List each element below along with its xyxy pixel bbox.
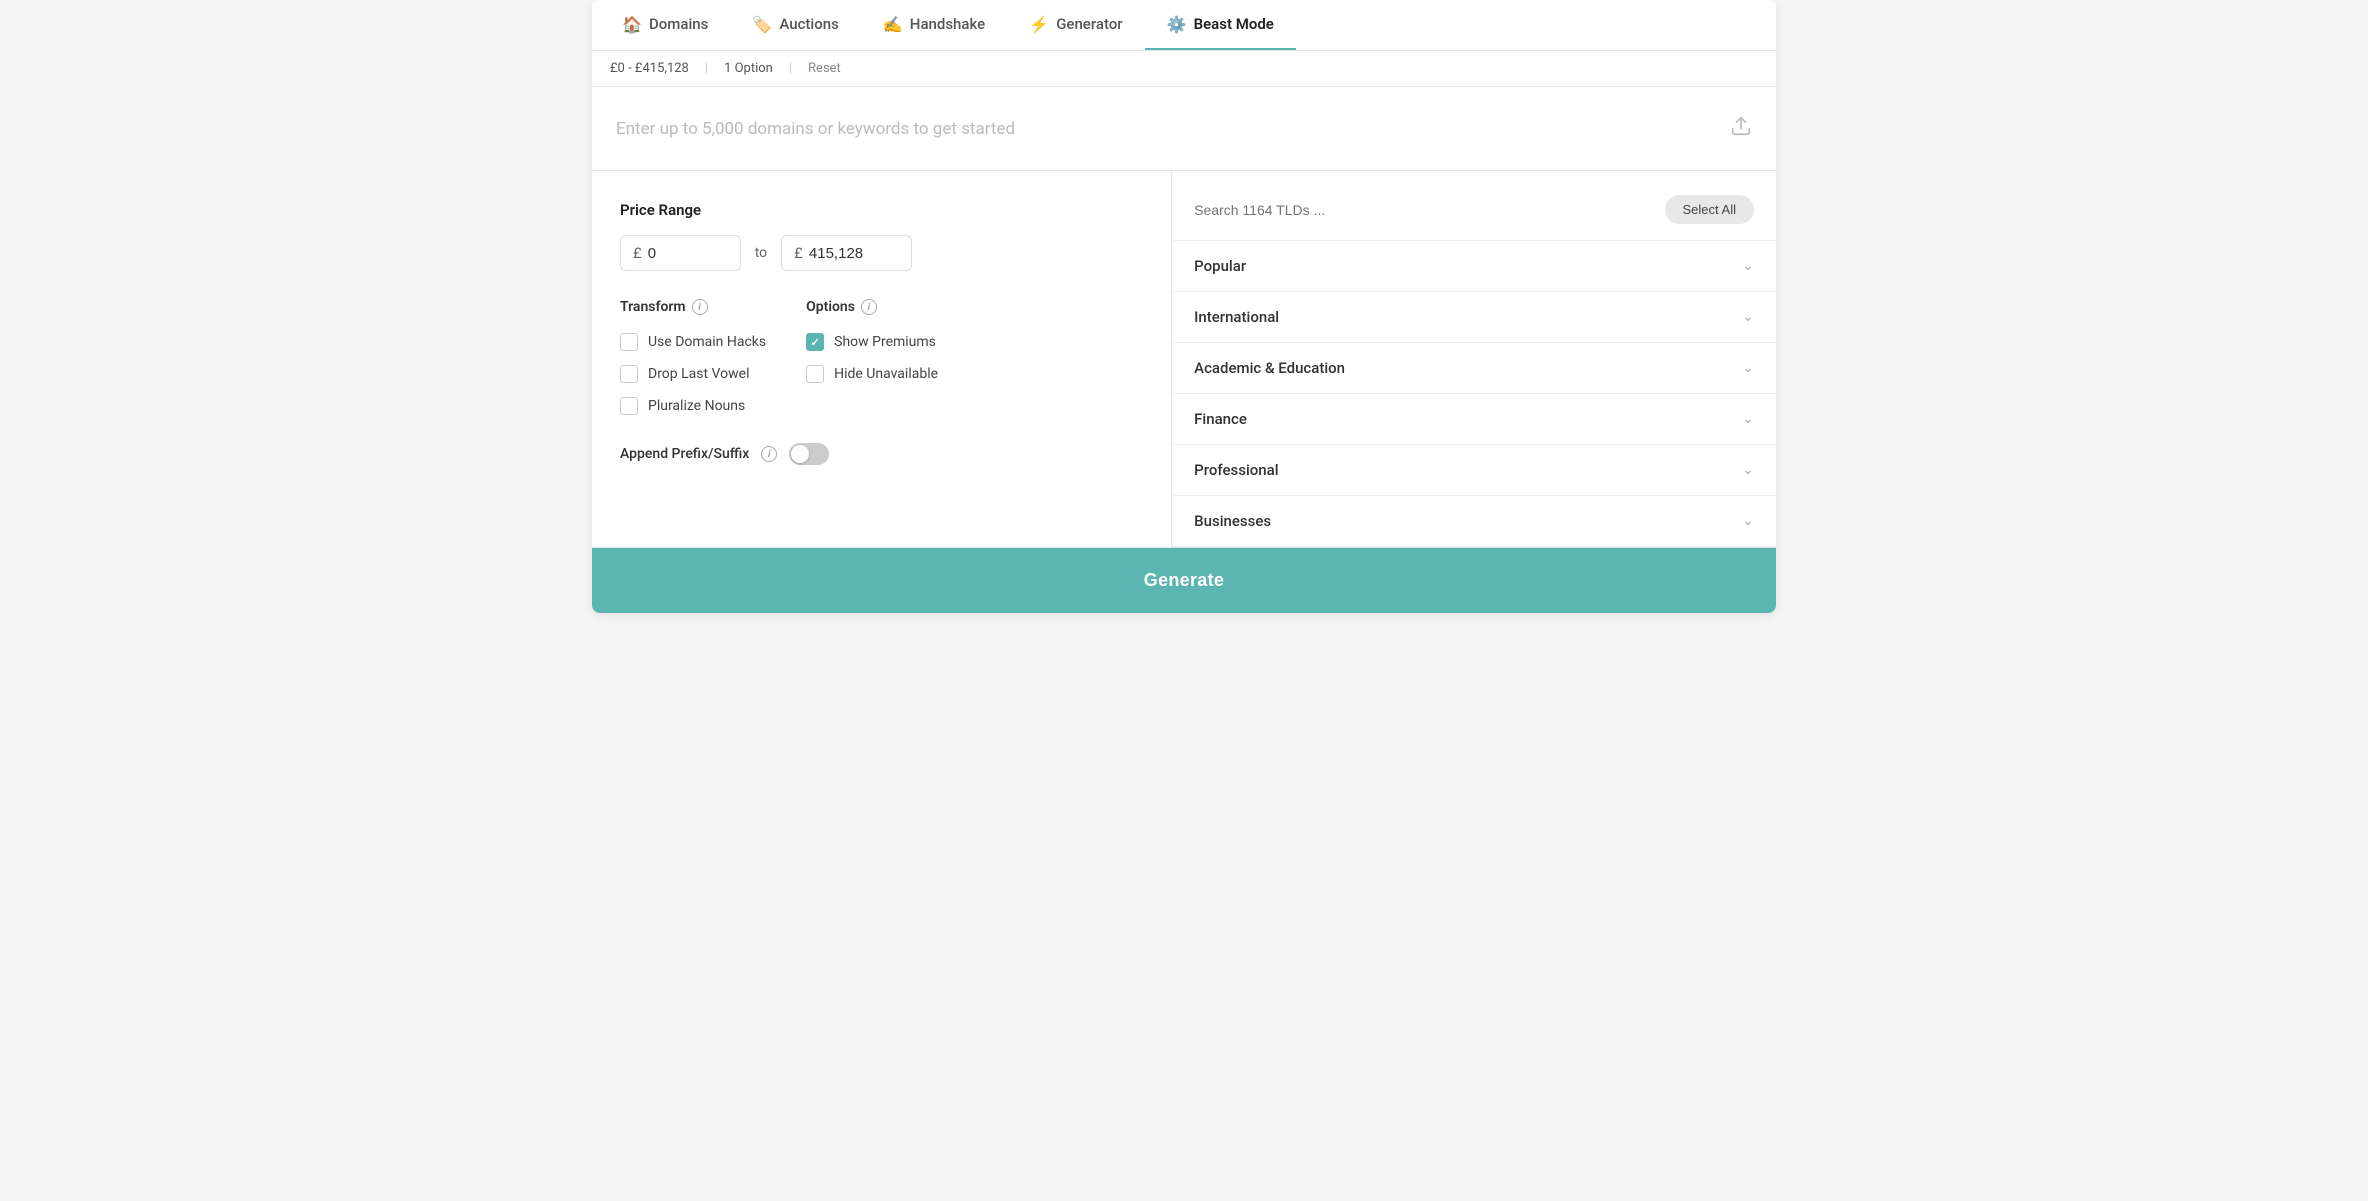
checkbox-label-hide-unavailable: Hide Unavailable (834, 366, 938, 382)
checkbox-drop-last-vowel[interactable]: Drop Last Vowel (620, 365, 766, 383)
chevron-finance-icon: ⌄ (1742, 411, 1754, 427)
checkbox-box-hide-unavailable (806, 365, 824, 383)
tld-search-input[interactable] (1194, 202, 1652, 218)
transform-label: Transform (620, 299, 686, 315)
price-from-input[interactable] (648, 245, 728, 262)
price-from-currency: £ (633, 244, 642, 262)
select-all-button[interactable]: Select All (1665, 195, 1754, 224)
append-toggle[interactable] (789, 443, 829, 465)
category-popular[interactable]: Popular ⌄ (1172, 241, 1776, 292)
category-professional[interactable]: Professional ⌄ (1172, 445, 1776, 496)
domains-icon: 🏠 (622, 14, 642, 34)
checkbox-box-pluralize-nouns (620, 397, 638, 415)
checkbox-box-domain-hacks (620, 333, 638, 351)
checkbox-box-show-premiums (806, 333, 824, 351)
upload-icon[interactable] (1730, 115, 1752, 142)
generator-icon: ⚡ (1029, 14, 1049, 34)
checkbox-label-domain-hacks: Use Domain Hacks (648, 334, 766, 350)
options-info-icon[interactable]: i (861, 299, 877, 315)
category-international[interactable]: International ⌄ (1172, 292, 1776, 343)
tab-domains[interactable]: 🏠 Domains (600, 0, 730, 50)
tab-generator-label: Generator (1056, 15, 1122, 33)
category-finance[interactable]: Finance ⌄ (1172, 394, 1776, 445)
handshake-icon: ✍️ (883, 14, 903, 34)
checkbox-hide-unavailable[interactable]: Hide Unavailable (806, 365, 938, 383)
tab-beast-mode[interactable]: ⚙️ Beast Mode (1145, 0, 1296, 50)
generate-button[interactable]: Generate (592, 548, 1776, 613)
options-title: Options i (806, 299, 938, 315)
price-to-connector: to (755, 245, 767, 261)
checkbox-box-drop-last-vowel (620, 365, 638, 383)
tab-auctions[interactable]: 🏷️ Auctions (730, 0, 860, 50)
options-col: Options i Show Premiums Hide Unavailable (806, 299, 938, 415)
options-row: Transform i Use Domain Hacks Drop Last V… (620, 299, 1143, 415)
chevron-academic-icon: ⌄ (1742, 360, 1754, 376)
append-info-icon[interactable]: i (761, 446, 777, 462)
category-finance-label: Finance (1194, 410, 1247, 428)
checkbox-show-premiums[interactable]: Show Premiums (806, 333, 938, 351)
category-businesses-label: Businesses (1194, 512, 1271, 530)
search-placeholder-text: Enter up to 5,000 domains or keywords to… (616, 119, 1015, 139)
checkbox-use-domain-hacks[interactable]: Use Domain Hacks (620, 333, 766, 351)
checkbox-label-pluralize-nouns: Pluralize Nouns (648, 398, 745, 414)
tab-handshake-label: Handshake (910, 15, 985, 33)
filter-divider-2: | (789, 61, 792, 76)
tld-categories: Popular ⌄ International ⌄ Academic & Edu… (1172, 240, 1776, 547)
category-businesses[interactable]: Businesses ⌄ (1172, 496, 1776, 547)
price-from-wrapper: £ (620, 235, 741, 271)
append-label: Append Prefix/Suffix (620, 446, 749, 462)
checkbox-pluralize-nouns[interactable]: Pluralize Nouns (620, 397, 766, 415)
tld-search-row: Select All (1172, 195, 1776, 240)
filter-divider: | (705, 61, 708, 76)
tab-domains-label: Domains (649, 15, 708, 33)
reset-button[interactable]: Reset (808, 61, 841, 76)
price-range-display: £0 - £415,128 (610, 61, 689, 76)
app-container: 🏠 Domains 🏷️ Auctions ✍️ Handshake ⚡ Gen… (592, 0, 1776, 613)
category-popular-label: Popular (1194, 257, 1246, 275)
tab-generator[interactable]: ⚡ Generator (1007, 0, 1144, 50)
transform-col: Transform i Use Domain Hacks Drop Last V… (620, 299, 766, 415)
checkbox-label-show-premiums: Show Premiums (834, 334, 936, 350)
options-label: Options (806, 299, 855, 315)
toggle-knob (791, 445, 809, 463)
options-count: 1 Option (724, 61, 773, 76)
category-academic-label: Academic & Education (1194, 359, 1345, 377)
price-to-currency: £ (794, 244, 803, 262)
chevron-businesses-icon: ⌄ (1742, 513, 1754, 529)
transform-info-icon[interactable]: i (692, 299, 708, 315)
tab-auctions-label: Auctions (779, 15, 838, 33)
tab-beast-mode-label: Beast Mode (1194, 15, 1274, 33)
tab-handshake[interactable]: ✍️ Handshake (861, 0, 1007, 50)
chevron-popular-icon: ⌄ (1742, 258, 1754, 274)
price-range-row: £ to £ (620, 235, 1143, 271)
append-row: Append Prefix/Suffix i (620, 443, 1143, 465)
category-professional-label: Professional (1194, 461, 1278, 479)
price-to-wrapper: £ (781, 235, 912, 271)
checkbox-label-drop-last-vowel: Drop Last Vowel (648, 366, 749, 382)
chevron-professional-icon: ⌄ (1742, 462, 1754, 478)
auctions-icon: 🏷️ (752, 14, 772, 34)
left-panel: Price Range £ to £ Transform i (592, 171, 1172, 547)
search-area: Enter up to 5,000 domains or keywords to… (592, 87, 1776, 171)
main-content: Price Range £ to £ Transform i (592, 171, 1776, 548)
beast-mode-icon: ⚙️ (1167, 14, 1187, 34)
category-academic-education[interactable]: Academic & Education ⌄ (1172, 343, 1776, 394)
right-panel: Select All Popular ⌄ International ⌄ Aca… (1172, 171, 1776, 547)
price-to-input[interactable] (809, 245, 899, 262)
tab-bar: 🏠 Domains 🏷️ Auctions ✍️ Handshake ⚡ Gen… (592, 0, 1776, 51)
price-range-label: Price Range (620, 201, 1143, 219)
chevron-international-icon: ⌄ (1742, 309, 1754, 325)
transform-title: Transform i (620, 299, 766, 315)
filter-bar: £0 - £415,128 | 1 Option | Reset (592, 51, 1776, 87)
category-international-label: International (1194, 308, 1279, 326)
